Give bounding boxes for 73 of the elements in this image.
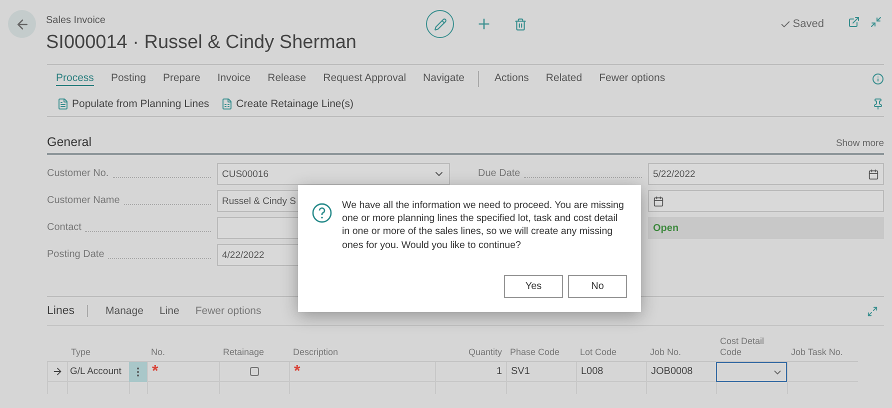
field-label: Due Date — [478, 168, 520, 180]
action-tab[interactable]: Fewer options — [599, 72, 666, 86]
action-tab[interactable]: Invoice — [217, 72, 251, 86]
collapse-button[interactable] — [870, 16, 882, 28]
column-header: Type — [67, 334, 129, 362]
field-value: 4/22/2022 — [222, 250, 264, 260]
lines-menu-item[interactable]: Line — [151, 305, 188, 317]
action-button[interactable]: Create Retainage Line(s) — [221, 98, 354, 110]
lines-menu-item[interactable]: Fewer options — [187, 305, 270, 317]
check-icon — [780, 18, 791, 30]
dialog-message: We have all the information we need to proceed. You are missing one or more planning lines the specified lot, task and cost detail in one or more of the sales lines, so we will create any missing ones for you. Would you like to continue? — [342, 199, 625, 252]
action-tab[interactable]: Actions — [494, 72, 529, 86]
retainage-checkbox[interactable] — [250, 367, 259, 376]
action-tab[interactable]: Prepare — [162, 72, 200, 86]
row-menu-button[interactable] — [129, 362, 147, 382]
column-header: Phase Code — [506, 334, 576, 362]
status-value: Open — [653, 222, 679, 234]
page-title: SI000014 · Russel & Cindy Sherman — [46, 31, 356, 55]
column-header: Job Task No. — [787, 334, 858, 362]
table-cell: SV1 — [506, 362, 576, 382]
open-new-window-button[interactable] — [848, 16, 860, 28]
field-value: 5/22/2022 — [653, 168, 696, 180]
info-icon[interactable] — [872, 73, 884, 85]
show-more-link[interactable]: Show more — [836, 138, 884, 149]
column-header: No. — [147, 334, 219, 362]
action-tab[interactable]: Process — [56, 72, 94, 86]
spreadsheet-icon — [221, 98, 234, 110]
pencil-icon — [434, 18, 446, 30]
field-label: Posting Date — [47, 248, 104, 262]
page-caption: Sales Invoice — [46, 15, 106, 26]
saved-status: Saved — [792, 18, 824, 30]
input-field[interactable] — [648, 190, 884, 212]
dialog-button[interactable]: Yes — [504, 275, 563, 298]
column-header: Retainage — [219, 334, 289, 362]
column-header: Description — [289, 334, 435, 362]
edit-button[interactable] — [426, 10, 454, 38]
field-label: Customer No. — [47, 168, 109, 180]
table-cell: JOB0008 — [646, 362, 716, 382]
table-cell: L008 — [576, 362, 646, 382]
column-header: Quantity — [435, 334, 506, 362]
input-field[interactable]: CUS00016 — [217, 163, 450, 185]
question-icon — [312, 203, 332, 223]
table-cell: 1 — [435, 362, 506, 382]
cost-detail-dropdown[interactable] — [716, 362, 787, 382]
delete-button[interactable] — [514, 18, 527, 30]
lines-menu-item[interactable]: Manage — [98, 305, 152, 317]
add-button[interactable] — [476, 16, 492, 32]
dialog-button[interactable]: No — [568, 275, 627, 298]
section-title: General — [47, 135, 92, 149]
required-mark: * — [152, 364, 158, 380]
field-value: Russel & Cindy S — [222, 196, 296, 206]
field-value: CUS00016 — [222, 168, 268, 180]
action-tab[interactable]: Release — [268, 72, 306, 86]
document-icon — [57, 98, 69, 110]
calendar-icon — [653, 196, 664, 206]
field-label: Contact — [47, 222, 82, 234]
back-button[interactable] — [8, 10, 36, 38]
action-tab[interactable]: Navigate — [423, 72, 464, 86]
field-label: Customer Name — [47, 194, 120, 208]
input-field[interactable]: 5/22/2022 — [648, 163, 884, 185]
action-tab[interactable]: Related — [546, 72, 582, 86]
column-header: Job No. — [646, 334, 716, 362]
row-arrow-icon — [52, 366, 63, 377]
action-tab[interactable]: Posting — [110, 72, 146, 86]
column-header: Lot Code — [576, 334, 646, 362]
action-tab[interactable]: Request Approval — [323, 72, 406, 86]
lines-title: Lines — [47, 305, 88, 317]
required-mark: * — [294, 364, 300, 380]
column-header: Cost Detail Code — [716, 334, 787, 362]
pin-icon[interactable] — [872, 98, 884, 110]
calendar-icon — [868, 168, 879, 180]
expand-icon[interactable] — [867, 306, 878, 316]
action-button[interactable]: Populate from Planning Lines — [57, 98, 210, 110]
